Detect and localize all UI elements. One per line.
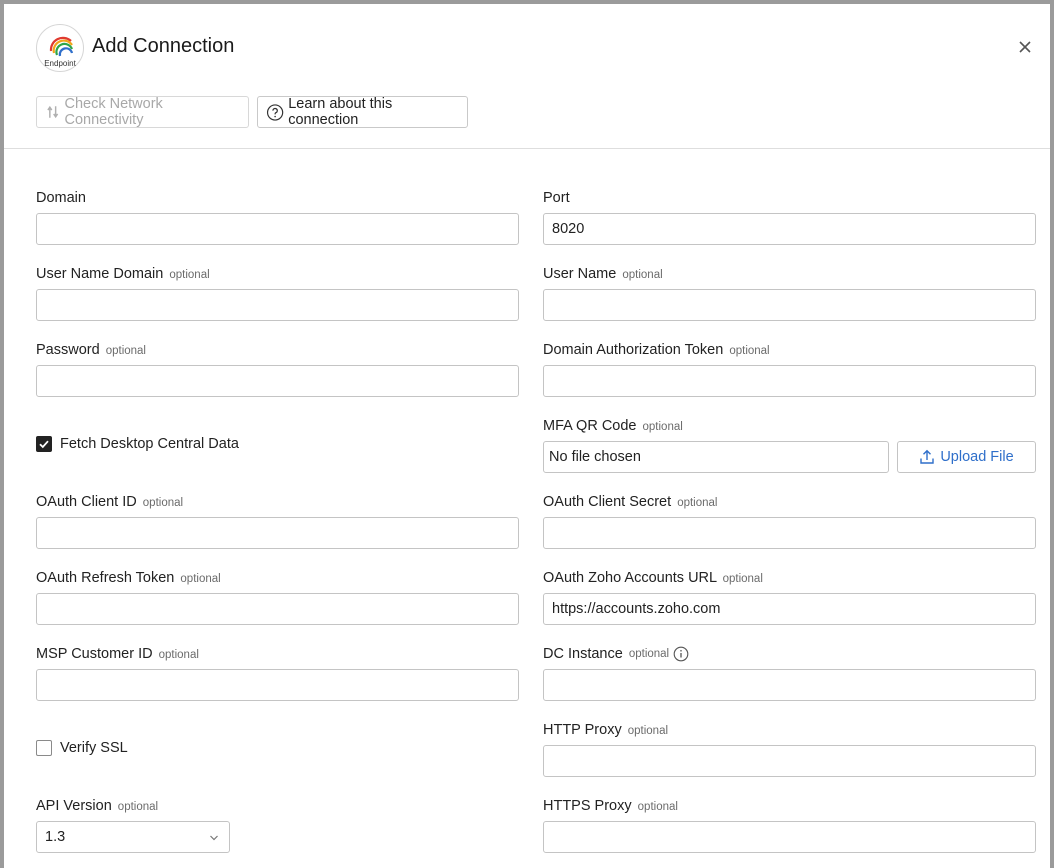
logo-text: Endpoint	[44, 59, 76, 68]
optional-tag: optional	[642, 421, 683, 433]
info-icon[interactable]	[673, 646, 689, 662]
close-icon[interactable]	[1016, 38, 1034, 56]
oauth-client-secret-label: OAuth Client Secret optional	[543, 494, 718, 510]
msp-customer-id-input[interactable]	[36, 669, 519, 701]
chevron-down-icon	[210, 835, 218, 841]
verify-ssl-label: Verify SSL	[60, 740, 128, 756]
optional-tag: optional	[637, 801, 678, 813]
file-chosen-field: No file chosen	[543, 441, 889, 473]
upload-file-label: Upload File	[940, 449, 1014, 465]
oauth-refresh-token-input[interactable]	[36, 593, 519, 625]
learn-about-label: Learn about this connection	[288, 96, 393, 128]
optional-tag: optional	[628, 648, 670, 660]
check-network-label: Check Network Connectivity	[64, 96, 163, 128]
optional-tag: optional	[180, 573, 221, 585]
optional-tag: optional	[622, 269, 663, 281]
verify-ssl-checkbox[interactable]: Verify SSL	[36, 740, 128, 756]
port-label: Port	[543, 190, 570, 206]
http-proxy-input[interactable]	[543, 745, 1036, 777]
user-name-domain-input[interactable]	[36, 289, 519, 321]
endpoint-logo-icon	[49, 36, 74, 57]
password-label: Password optional	[36, 342, 146, 358]
optional-tag: optional	[627, 725, 669, 737]
oauth-zoho-url-input[interactable]	[543, 593, 1036, 625]
optional-tag: optional	[142, 497, 184, 509]
oauth-client-id-label: OAuth Client ID optional	[36, 494, 184, 510]
optional-tag: optional	[729, 345, 770, 357]
oauth-client-secret-input[interactable]	[543, 517, 1036, 549]
check-network-button[interactable]: Check Network Connectivity	[36, 96, 249, 128]
domain-auth-token-input[interactable]	[543, 365, 1036, 397]
optional-tag: optional	[117, 801, 159, 813]
dc-instance-label: DC Instance optional	[543, 646, 689, 662]
domain-input[interactable]	[36, 213, 519, 245]
header-divider	[4, 148, 1050, 149]
http-proxy-label: HTTP Proxy optional	[543, 722, 669, 738]
password-input[interactable]	[36, 365, 519, 397]
optional-tag: optional	[105, 345, 146, 357]
checkbox-checked-icon[interactable]	[36, 436, 52, 452]
optional-tag: optional	[722, 573, 763, 585]
https-proxy-label: HTTPS Proxy optional	[543, 798, 678, 814]
port-input[interactable]	[543, 213, 1036, 245]
oauth-zoho-url-label: OAuth Zoho Accounts URL optional	[543, 570, 763, 586]
upload-icon	[920, 449, 935, 464]
checkbox-unchecked-icon[interactable]	[36, 740, 52, 756]
upload-file-button[interactable]: Upload File	[897, 441, 1036, 473]
dc-instance-input[interactable]	[543, 669, 1036, 701]
user-name-input[interactable]	[543, 289, 1036, 321]
domain-auth-token-label: Domain Authorization Token optional	[543, 342, 770, 358]
help-circle-icon	[266, 103, 284, 121]
optional-tag: optional	[677, 497, 718, 509]
endpoint-logo: Endpoint	[36, 24, 84, 72]
learn-about-connection-button[interactable]: Learn about this connection	[257, 96, 468, 128]
api-version-value: 1.3	[45, 829, 66, 845]
network-check-icon	[47, 105, 59, 119]
api-version-label: API Version optional	[36, 798, 159, 814]
fetch-desktop-checkbox[interactable]: Fetch Desktop Central Data	[36, 436, 239, 452]
fetch-desktop-label: Fetch Desktop Central Data	[60, 436, 239, 452]
oauth-client-id-input[interactable]	[36, 517, 519, 549]
optional-tag: optional	[158, 649, 199, 661]
mfa-qr-label: MFA QR Code optional	[543, 418, 683, 434]
dialog-title: Add Connection	[92, 35, 235, 57]
api-version-select[interactable]: 1.3	[36, 821, 230, 853]
optional-tag: optional	[169, 269, 210, 281]
domain-label: Domain	[36, 190, 86, 206]
https-proxy-input[interactable]	[543, 821, 1036, 853]
user-name-label: User Name optional	[543, 266, 663, 282]
add-connection-dialog: Endpoint Add Connection Check Network Co…	[0, 0, 1054, 868]
oauth-refresh-token-label: OAuth Refresh Token optional	[36, 570, 221, 586]
user-name-domain-label: User Name Domain optional	[36, 266, 210, 282]
msp-customer-id-label: MSP Customer ID optional	[36, 646, 199, 662]
